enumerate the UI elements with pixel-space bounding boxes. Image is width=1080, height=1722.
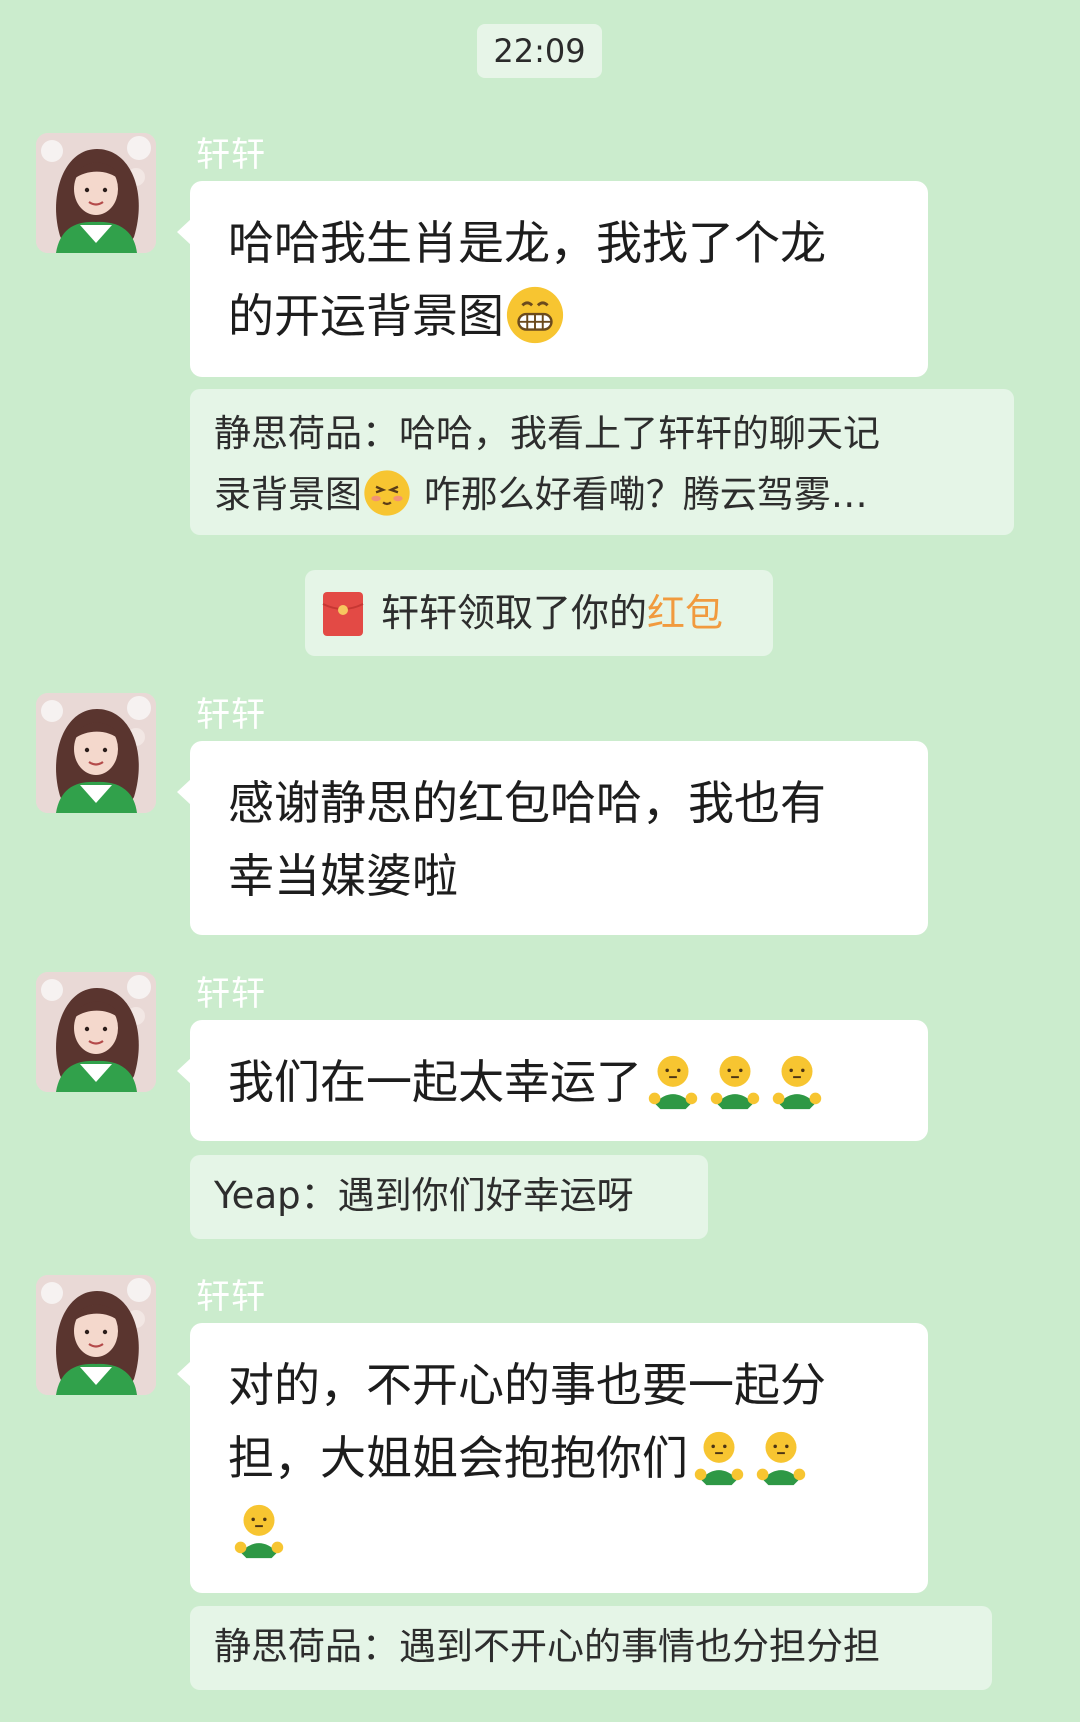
message-bubble[interactable]: 感谢静思的红包哈哈，我也有 幸当媒婆啦 (177, 741, 928, 935)
message-bubble[interactable]: 哈哈我生肖是龙，我找了个龙 的开运背景图 (177, 181, 928, 377)
hug-emoji-icon (710, 1055, 760, 1109)
message-line: 哈哈我生肖是龙，我找了个龙 (228, 216, 826, 270)
sender-name: 轩轩 (196, 1277, 266, 1317)
sender-name: 轩轩 (196, 135, 266, 175)
message-line: 我们在一起太幸运了 (228, 1055, 642, 1109)
message-line-with-emoji (228, 1495, 898, 1568)
quote-line: Yeap：遇到你们好幸运呀 (214, 1174, 634, 1217)
message-bubble[interactable]: 对的，不开心的事也要一起分 担，大姐姐会抱抱你们 (177, 1323, 928, 1593)
hug-emoji-icon (756, 1431, 806, 1485)
message-line: 感谢静思的红包哈哈，我也有 (228, 776, 826, 830)
hug-emoji-icon (772, 1055, 822, 1109)
quote-line: 录背景图 咋那么好看嘞？腾云驾雾… (214, 464, 994, 525)
avatar[interactable] (36, 693, 156, 813)
message-line-with-emoji: 我们在一起太幸运了 (228, 1046, 898, 1119)
quote-line: 静思荷品：遇到不开心的事情也分担分担 (214, 1625, 880, 1668)
sender-name: 轩轩 (196, 695, 266, 735)
quoted-reply[interactable]: 静思荷品：遇到不开心的事情也分担分担 (190, 1606, 992, 1690)
sender-name: 轩轩 (196, 974, 266, 1014)
red-packet-notice[interactable]: 轩轩领取了你的红包 (305, 570, 773, 656)
grin-emoji-icon (506, 286, 564, 343)
red-packet-link[interactable]: 红包 (647, 591, 723, 635)
avatar[interactable] (36, 972, 156, 1092)
hug-emoji-icon (234, 1504, 284, 1558)
shy-emoji-icon (364, 469, 410, 516)
quoted-reply[interactable]: 静思荷品：哈哈，我看上了轩轩的聊天记 录背景图 咋那么好看嘞？腾云驾雾… (190, 389, 1014, 535)
message-line-with-emoji: 的开运背景图 (228, 280, 898, 353)
avatar[interactable] (36, 133, 156, 253)
red-packet-text: 轩轩领取了你的 (381, 591, 648, 635)
message-line: 对的，不开心的事也要一起分 (228, 1358, 826, 1412)
quote-line: 静思荷品：哈哈，我看上了轩轩的聊天记 (214, 412, 880, 455)
hug-emoji-icon (694, 1431, 744, 1485)
message-line: 担，大姐姐会抱抱你们 (228, 1431, 688, 1485)
red-packet-icon (322, 592, 364, 636)
quote-text: 咋那么好看嘞？腾云驾雾… (412, 473, 868, 516)
timestamp: 22:09 (477, 24, 602, 78)
quote-text: 录背景图 (214, 473, 362, 516)
message-line-with-emoji: 担，大姐姐会抱抱你们 (228, 1422, 898, 1495)
hug-emoji-icon (648, 1055, 698, 1109)
message-line: 幸当媒婆啦 (228, 849, 458, 903)
quoted-reply[interactable]: Yeap：遇到你们好幸运呀 (190, 1155, 708, 1239)
avatar[interactable] (36, 1275, 156, 1395)
message-line: 的开运背景图 (228, 289, 504, 343)
message-bubble[interactable]: 我们在一起太幸运了 (177, 1020, 928, 1141)
